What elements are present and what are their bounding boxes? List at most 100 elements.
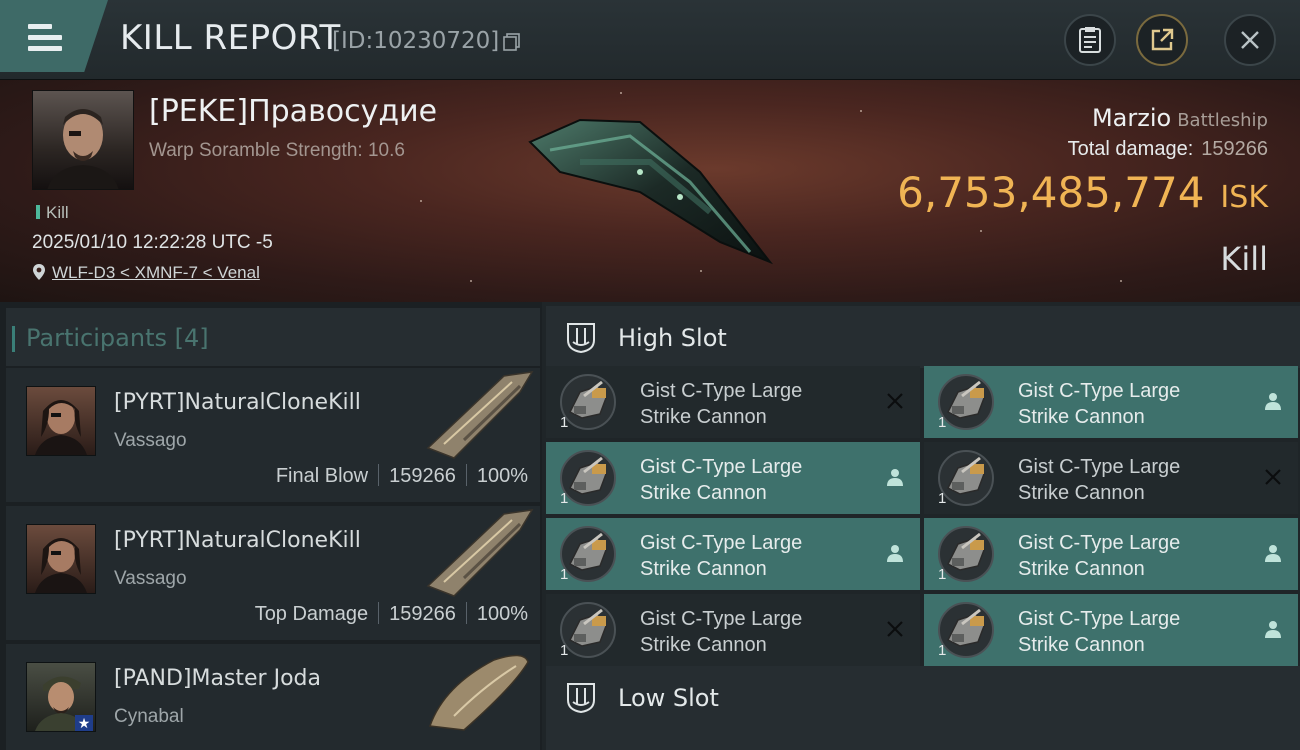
module-quantity: 1 — [560, 414, 569, 431]
participant-row[interactable]: ★ [PAND]Master Joda Cynabal — [6, 644, 540, 750]
module-quantity: 1 — [938, 642, 947, 659]
module-name: Gist C-Type Large Strike Cannon — [1018, 456, 1181, 504]
participant-damage: 159266 — [389, 603, 456, 625]
low-slot-header: Low Slot — [546, 666, 1300, 728]
victim-ship-image[interactable] — [520, 102, 780, 272]
participant-name[interactable]: [PAND]Master Joda — [114, 666, 321, 691]
participant-name[interactable]: [PYRT]NaturalCloneKill — [114, 390, 361, 415]
share-button[interactable] — [1136, 14, 1188, 66]
high-slot-icon — [567, 323, 595, 354]
kill-tag: Kill — [36, 203, 69, 223]
participant-stats: Final Blow 159266 100% — [276, 464, 528, 488]
close-icon — [1241, 31, 1259, 49]
total-damage: Total damage: 159266 — [1068, 138, 1268, 161]
svg-text:★: ★ — [78, 715, 91, 731]
dropped-person-icon — [1265, 621, 1281, 638]
module-quantity: 1 — [938, 414, 947, 431]
destroyed-x-icon — [1265, 469, 1281, 485]
low-slot-icon — [567, 683, 595, 714]
module-slot[interactable]: 1 Gist C-Type Large Strike Cannon — [546, 366, 920, 438]
module-slot[interactable]: 1 Gist C-Type Large Strike Cannon — [546, 518, 920, 590]
high-slot-header: High Slot — [546, 306, 1300, 368]
participants-header: Participants [4] — [6, 308, 540, 366]
page-title: KILL REPORT — [120, 18, 341, 58]
participants-panel: Participants [4] [PYRT]NaturalCloneKill … — [0, 302, 542, 750]
participant-portrait[interactable] — [26, 386, 96, 456]
ship-class: Battleship — [1177, 110, 1268, 131]
module-quantity: 1 — [560, 642, 569, 659]
module-slot[interactable]: 1 Gist C-Type Large Strike Cannon — [924, 594, 1298, 666]
victim-banner: [PEKE]Правосудие Warp Soramble Strength:… — [0, 80, 1300, 302]
participant-ship-image[interactable] — [424, 370, 534, 460]
low-slot-label: Low Slot — [618, 684, 719, 712]
report-id: [ID:10230720] — [332, 28, 500, 54]
participant-percent: 100% — [476, 603, 528, 625]
participant-damage: 159266 — [389, 465, 456, 487]
participant-row[interactable]: [PYRT]NaturalCloneKill Vassago Top Damag… — [6, 506, 540, 640]
destroyed-x-icon — [887, 393, 903, 409]
participant-name[interactable]: [PYRT]NaturalCloneKill — [114, 528, 361, 553]
module-quantity: 1 — [560, 566, 569, 583]
clipboard-icon — [1079, 27, 1101, 53]
module-name: Gist C-Type Large Strike Cannon — [640, 380, 803, 428]
participant-portrait[interactable] — [26, 524, 96, 594]
isk-amount: 6,753,485,774 — [897, 168, 1205, 217]
share-icon — [1151, 28, 1174, 51]
participant-ship: Vassago — [114, 430, 187, 451]
participant-stats: Top Damage 159266 100% — [255, 602, 528, 626]
module-name: Gist C-Type Large Strike Cannon — [640, 608, 803, 656]
module-slot[interactable]: 1 Gist C-Type Large Strike Cannon — [924, 442, 1298, 514]
location-pin-icon — [33, 264, 45, 280]
total-damage-label: Total damage: — [1067, 138, 1194, 160]
location-text: WLF-D3 < XMNF-7 < Venal — [52, 263, 260, 282]
module-slot[interactable]: 1 Gist C-Type Large Strike Cannon — [546, 442, 920, 514]
module-name: Gist C-Type Large Strike Cannon — [640, 532, 803, 580]
module-slot[interactable]: 1 Gist C-Type Large Strike Cannon — [924, 366, 1298, 438]
total-damage-value: 159266 — [1201, 138, 1268, 160]
dropped-person-icon — [1265, 393, 1281, 410]
low-slot-row-partial — [546, 726, 1300, 750]
victim-ship-name[interactable]: Marzio Battleship — [1092, 104, 1268, 132]
clipboard-button[interactable] — [1064, 14, 1116, 66]
kill-result: Kill — [1220, 240, 1268, 278]
module-name: Gist C-Type Large Strike Cannon — [1018, 380, 1181, 428]
participant-ship-image[interactable] — [424, 646, 534, 736]
module-quantity: 1 — [938, 490, 947, 507]
destroyed-x-icon — [887, 621, 903, 637]
participants-count: [4] — [174, 324, 209, 352]
isk-value: 6,753,485,774 ISK — [897, 168, 1268, 217]
participants-title: Participants — [26, 324, 167, 352]
participant-role: Final Blow — [275, 465, 369, 487]
dropped-person-icon — [887, 545, 903, 562]
dropped-person-icon — [887, 469, 903, 486]
module-name: Gist C-Type Large Strike Cannon — [640, 456, 803, 504]
module-slot[interactable]: 1 Gist C-Type Large Strike Cannon — [924, 518, 1298, 590]
participant-role: Top Damage — [254, 603, 369, 625]
high-slot-label: High Slot — [618, 324, 727, 352]
copy-icon[interactable] — [502, 32, 522, 52]
module-quantity: 1 — [938, 566, 947, 583]
location-link[interactable]: WLF-D3 < XMNF-7 < Venal — [32, 263, 260, 283]
warp-scramble-strength: Warp Soramble Strength: 10.6 — [149, 140, 405, 161]
ship-name-text: Marzio — [1091, 104, 1172, 132]
participant-percent: 100% — [476, 465, 528, 487]
hamburger-icon — [28, 24, 62, 51]
participant-ship-image[interactable] — [424, 508, 534, 598]
module-quantity: 1 — [560, 490, 569, 507]
victim-portrait[interactable] — [32, 90, 134, 190]
module-name: Gist C-Type Large Strike Cannon — [1018, 608, 1181, 656]
close-button[interactable] — [1224, 14, 1276, 66]
module-name: Gist C-Type Large Strike Cannon — [1018, 532, 1181, 580]
dropped-person-icon — [1265, 545, 1281, 562]
isk-unit: ISK — [1220, 180, 1268, 215]
victim-name[interactable]: [PEKE]Правосудие — [149, 94, 437, 129]
menu-button[interactable] — [0, 0, 108, 72]
participants-label: Participants [4] — [12, 324, 209, 352]
participant-ship: Cynabal — [114, 706, 184, 727]
kill-datetime: 2025/01/10 12:22:28 UTC -5 — [32, 232, 273, 253]
top-bar: KILL REPORT [ID:10230720] — [0, 0, 1300, 80]
module-slot[interactable]: 1 Gist C-Type Large Strike Cannon — [546, 594, 920, 666]
participant-portrait[interactable]: ★ — [26, 662, 96, 732]
participant-ship: Vassago — [114, 568, 187, 589]
participant-row[interactable]: [PYRT]NaturalCloneKill Vassago Final Blo… — [6, 368, 540, 502]
